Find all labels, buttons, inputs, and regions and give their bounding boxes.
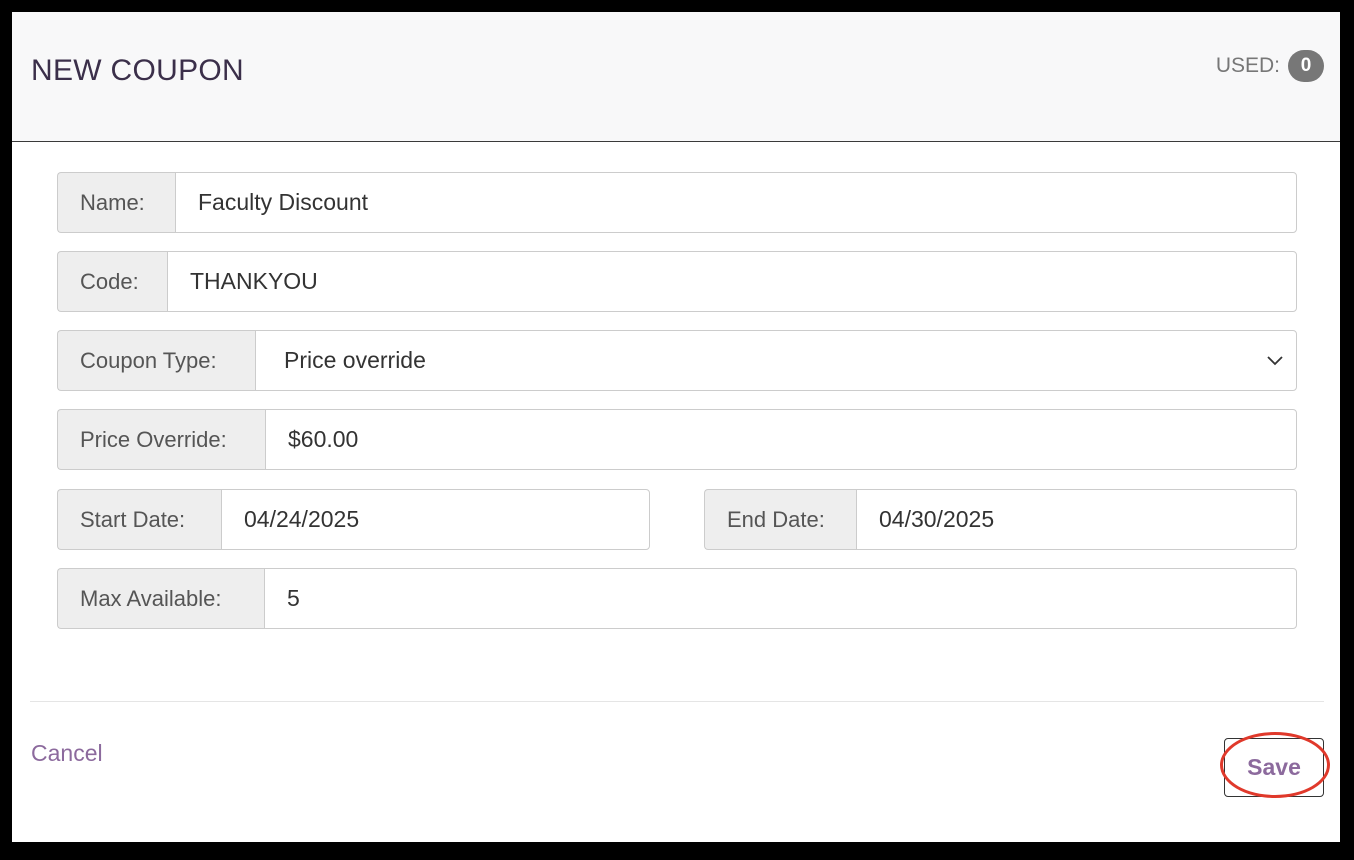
name-input[interactable] bbox=[175, 172, 1297, 233]
name-input-group: Name: bbox=[57, 172, 1297, 233]
coupon-type-selected-value: Price override bbox=[284, 347, 426, 373]
footer-divider bbox=[30, 701, 1324, 702]
modal-header: NEW COUPON USED: 0 bbox=[12, 12, 1340, 142]
end-date-input-group: End Date: bbox=[704, 489, 1297, 550]
max-available-input-group: Max Available: bbox=[57, 568, 1297, 629]
max-available-label: Max Available: bbox=[57, 568, 264, 629]
price-override-label: Price Override: bbox=[57, 409, 265, 470]
start-date-input[interactable] bbox=[221, 489, 650, 550]
used-counter: USED: 0 bbox=[1216, 50, 1324, 82]
chevron-down-icon bbox=[1267, 356, 1283, 366]
start-date-label: Start Date: bbox=[57, 489, 221, 550]
used-count-badge: 0 bbox=[1288, 50, 1324, 82]
price-override-input-group: Price Override: bbox=[57, 409, 1297, 470]
coupon-type-select[interactable]: Price override bbox=[255, 330, 1297, 391]
page-title: NEW COUPON bbox=[31, 54, 244, 87]
used-label: USED: bbox=[1215, 54, 1280, 77]
coupon-type-input-group: Coupon Type: Price override bbox=[57, 330, 1297, 391]
code-input[interactable] bbox=[167, 251, 1297, 312]
code-input-group: Code: bbox=[57, 251, 1297, 312]
code-label: Code: bbox=[57, 251, 167, 312]
cancel-link[interactable]: Cancel bbox=[31, 740, 103, 767]
new-coupon-modal: NEW COUPON USED: 0 Name: Code: Coupon Ty… bbox=[12, 12, 1340, 842]
price-override-input[interactable] bbox=[265, 409, 1297, 470]
save-button[interactable]: Save bbox=[1224, 738, 1324, 797]
name-label: Name: bbox=[57, 172, 175, 233]
start-date-input-group: Start Date: bbox=[57, 489, 650, 550]
end-date-input[interactable] bbox=[856, 489, 1297, 550]
max-available-input[interactable] bbox=[264, 568, 1297, 629]
end-date-label: End Date: bbox=[704, 489, 856, 550]
coupon-type-label: Coupon Type: bbox=[57, 330, 255, 391]
